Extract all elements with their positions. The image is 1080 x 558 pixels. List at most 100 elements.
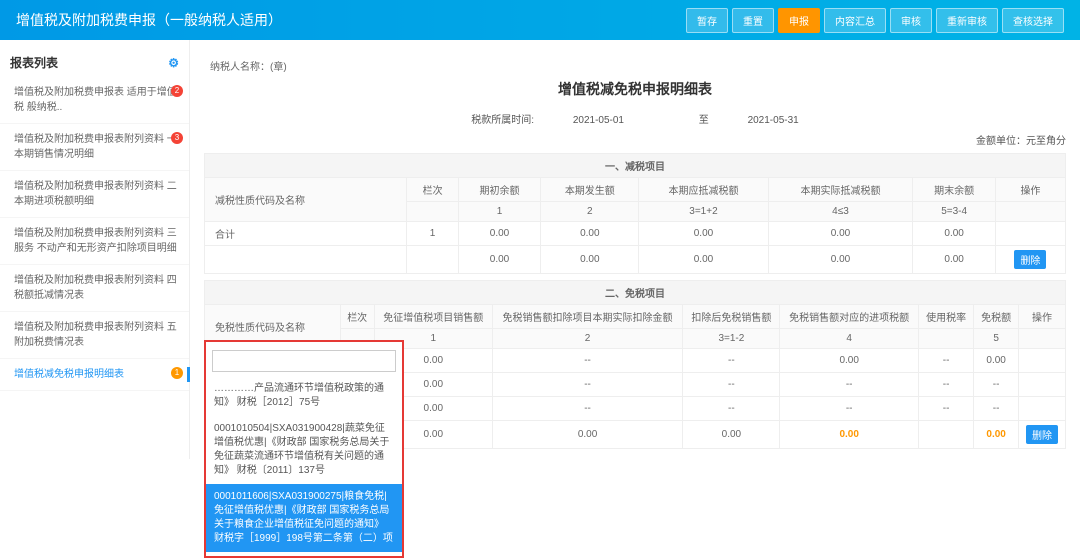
period-row: 税款所属时间: 2021-05-01 至 2021-05-31 (204, 111, 1066, 126)
row-label: 合计 (205, 222, 407, 246)
col-header: 栏次 (407, 178, 458, 202)
cell: -- (683, 349, 780, 373)
dropdown-item[interactable]: 0001010504|SXA031900428|蔬菜免征增值税优惠|《财政部 国… (206, 416, 402, 484)
btn-summary[interactable]: 内容汇总 (824, 8, 886, 33)
dropdown-item[interactable]: 0001011606|SXA031900275|粮食免税|免征增值税优惠|《财政… (206, 484, 402, 552)
cell: 0.00 (683, 421, 780, 449)
sidebar-title: 报表列表 ⚙ (0, 48, 189, 77)
col-subheader: 5=3-4 (913, 202, 996, 222)
col-header: 免税销售额扣除项目本期实际扣除金额 (492, 305, 683, 329)
cell: 0.00 (768, 222, 913, 246)
cell: -- (974, 397, 1019, 421)
op-cell (1019, 349, 1066, 373)
main-content: 纳税人名称：(章) 增值税减免税申报明细表 税款所属时间: 2021-05-01… (190, 40, 1080, 459)
col-subheader (407, 202, 458, 222)
col-subheader: 2 (541, 202, 639, 222)
badge-icon: 2 (171, 85, 183, 97)
row-op-button[interactable]: 删除 (1026, 425, 1058, 444)
cell: -- (918, 373, 973, 397)
cell: 0.00 (458, 246, 541, 274)
cell: 0.00 (541, 246, 639, 274)
dropdown-item[interactable]: …………产品流通环节增值税政策的通知》 财税［2012］75号 (206, 376, 402, 416)
sidebar-item-4[interactable]: 增值税及附加税费申报表附列资料 四 税额抵减情况表 (0, 265, 189, 312)
btn-audit[interactable]: 审核 (890, 8, 932, 33)
sidebar-item-2[interactable]: 增值税及附加税费申报表附列资料 二 本期进项税额明细 (0, 171, 189, 218)
col-header: 期末余额 (913, 178, 996, 202)
dropdown-search-input[interactable] (212, 350, 396, 372)
cell: 0.00 (639, 222, 768, 246)
app-header: 增值税及附加税费申报（一般纳税人适用） 暂存 重置 申报 内容汇总 审核 重新审… (0, 0, 1080, 40)
tax-code-dropdown[interactable]: …………产品流通环节增值税政策的通知》 财税［2012］75号000101050… (204, 340, 404, 558)
sidebar-item-3[interactable]: 增值税及附加税费申报表附列资料 三 服务 不动产和无形资产扣除项目明细 (0, 218, 189, 265)
cell: -- (974, 373, 1019, 397)
cell: 0.00 (780, 421, 919, 449)
col-header: 减税性质代码及名称 (205, 178, 407, 222)
page-title: 增值税及附加税费申报（一般纳税人适用） (16, 10, 282, 30)
btn-declare[interactable]: 申报 (778, 8, 820, 33)
op-cell: 删除 (995, 246, 1065, 274)
col-subheader: 3=1+2 (639, 202, 768, 222)
cell: -- (492, 373, 683, 397)
cell: 0.00 (913, 222, 996, 246)
section1-table: 一、减税项目 减税性质代码及名称栏次期初余额本期发生额本期应抵减税额本期实际抵减… (204, 153, 1066, 274)
btn-reaudit[interactable]: 重新审核 (936, 8, 998, 33)
col-subheader: 4≤3 (768, 202, 913, 222)
btn-check[interactable]: 查核选择 (1002, 8, 1064, 33)
cell: -- (918, 397, 973, 421)
cell: -- (683, 373, 780, 397)
cell: -- (683, 397, 780, 421)
cell: 0.00 (541, 222, 639, 246)
unit-label: 金额单位：元至角分 (204, 132, 1066, 147)
period-to-label: 至 (699, 115, 709, 126)
cell: 0.00 (974, 421, 1019, 449)
cell: 0.00 (458, 222, 541, 246)
col-header: 本期应抵减税额 (639, 178, 768, 202)
col-header: 免征增值税项目销售额 (374, 305, 492, 329)
col-header: 扣除后免税销售额 (683, 305, 780, 329)
section1-header: 一、减税项目 (205, 154, 1066, 178)
form-title: 增值税减免税申报明细表 (204, 79, 1066, 99)
col-header: 使用税率 (918, 305, 973, 329)
col-header: 免税销售额对应的进项税额 (780, 305, 919, 329)
badge-icon: 1 (171, 367, 183, 379)
col-subheader: 5 (974, 329, 1019, 349)
cell: 0.00 (974, 349, 1019, 373)
col-subheader: 1 (458, 202, 541, 222)
cell: -- (492, 349, 683, 373)
col-header: 栏次 (340, 305, 374, 329)
cell: 1 (407, 222, 458, 246)
table-row: 0.000.000.000.000.00删除 (205, 246, 1066, 274)
btn-temp-save[interactable]: 暂存 (686, 8, 728, 33)
cell (918, 421, 973, 449)
col-header: 本期实际抵减税额 (768, 178, 913, 202)
col-subheader: 4 (780, 329, 919, 349)
period-to: 2021-05-31 (748, 115, 799, 126)
btn-reset[interactable]: 重置 (732, 8, 774, 33)
sidebar-item-5[interactable]: 增值税及附加税费申报表附列资料 五 附加税费情况表 (0, 312, 189, 359)
cell: 0.00 (780, 349, 919, 373)
period-label: 税款所属时间: (471, 115, 534, 126)
sidebar-title-text: 报表列表 (10, 54, 58, 71)
sidebar-item-1[interactable]: 增值税及附加税费申报表附列资料 一 本期销售情况明细3 (0, 124, 189, 171)
cell: 0.00 (913, 246, 996, 274)
gear-icon[interactable]: ⚙ (168, 56, 179, 70)
col-header: 期初余额 (458, 178, 541, 202)
period-from: 2021-05-01 (573, 115, 624, 126)
col-subheader: 3=1-2 (683, 329, 780, 349)
col-header: 操作 (1019, 305, 1066, 329)
sidebar-item-0[interactable]: 增值税及附加税费申报表 适用于增值税 般纳税..2 (0, 77, 189, 124)
cell: 0.00 (492, 421, 683, 449)
op-cell: 删除 (1019, 421, 1066, 449)
cell (407, 246, 458, 274)
section2-header: 二、免税项目 (205, 281, 1066, 305)
col-subheader (918, 329, 973, 349)
col-header: 本期发生额 (541, 178, 639, 202)
op-cell (1019, 373, 1066, 397)
row-op-button[interactable]: 删除 (1014, 250, 1046, 269)
taxpayer-info: 纳税人名称：(章) (210, 58, 1066, 73)
badge-icon: 3 (171, 132, 183, 144)
sidebar-item-6[interactable]: 增值税减免税申报明细表1 (0, 359, 189, 391)
col-subheader: 2 (492, 329, 683, 349)
col-header: 操作 (995, 178, 1065, 202)
col-subheader (995, 202, 1065, 222)
